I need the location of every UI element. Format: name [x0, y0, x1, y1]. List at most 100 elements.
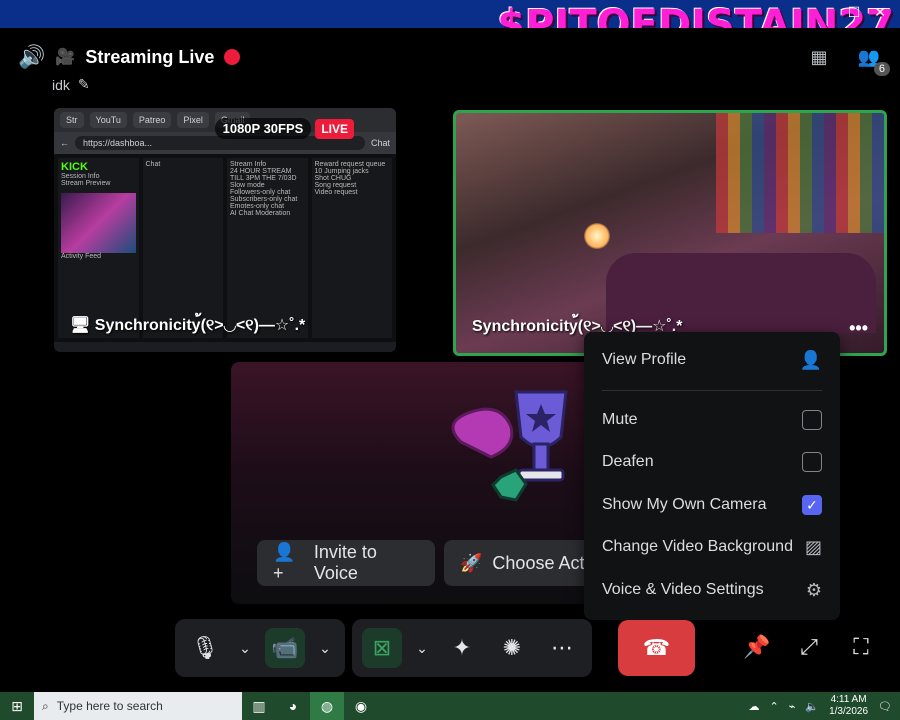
soundboard-icon[interactable]: ✺: [492, 628, 532, 668]
edit-pencil-icon[interactable]: ✎: [78, 76, 90, 93]
kick-setting: Emotes-only chat: [230, 203, 285, 210]
microphone-icon[interactable]: 🎙: [185, 628, 225, 668]
kick-setting: Subscribers-only chat: [230, 196, 298, 203]
browser-chat-label: Chat: [370, 138, 390, 148]
deafen-checkbox[interactable]: [802, 452, 822, 472]
members-icon[interactable]: 👥 6: [858, 46, 890, 76]
chevron-down-icon[interactable]: ⌄: [235, 628, 255, 668]
more-options-icon[interactable]: •••: [849, 318, 868, 339]
background-icon: ▨: [804, 536, 822, 557]
kick-stream-info-panel: Stream Info 24 HOUR STREAM TILL 3PM THE …: [227, 158, 308, 338]
menu-item-label: Voice & Video Settings: [602, 581, 764, 598]
menu-item-label: Change Video Background: [602, 538, 793, 555]
channel-status: idk: [52, 76, 70, 93]
speaker-icon[interactable]: 🔊: [18, 44, 45, 70]
menu-item-label: Show My Own Camera: [602, 496, 767, 513]
kick-reward: Video request: [314, 189, 358, 196]
trophy-illustration: [451, 390, 568, 502]
task-view-icon[interactable]: ▥: [242, 692, 276, 720]
kick-panel-title: Stream Info: [230, 161, 267, 168]
kick-session-panel: KICK Session Info Stream Preview Activit…: [58, 158, 139, 338]
show-camera-checkbox[interactable]: ✓: [802, 495, 822, 515]
menu-item-label: Mute: [602, 411, 638, 428]
stream-quality: 1080P 30FPS LIVE: [214, 118, 354, 139]
popout-icon[interactable]: ⤢: [796, 634, 822, 660]
pin-icon[interactable]: 📌: [743, 634, 770, 660]
participant-name: Synchronicity้(୧>◡<୧)—☆˚.*: [94, 317, 306, 334]
kick-reward: Song request: [314, 182, 357, 189]
mic-camera-group: 🎙 ⌄ 📹 ⌄: [175, 619, 345, 677]
participant-context-menu: View Profile 👤 Mute Deafen Show My Own C…: [584, 332, 840, 620]
camera-tile[interactable]: Synchronicity้(୧>◡<୧)—☆˚.* •••: [453, 110, 887, 356]
taskbar-clock[interactable]: 4:11 AM 1/3/2026: [829, 694, 868, 718]
fullscreen-icon[interactable]: ⛶: [848, 634, 874, 660]
clock-date: 1/3/2026: [829, 706, 869, 717]
window-controls: ☐ ✕: [848, 4, 886, 21]
screen-share-icon[interactable]: ⊠: [362, 628, 402, 668]
gear-icon: ⚙: [805, 579, 822, 600]
add-user-icon: 👤+: [273, 542, 296, 583]
menu-item-show-own-camera[interactable]: Show My Own Camera ✓: [602, 487, 822, 523]
back-arrow-icon: ←: [60, 138, 69, 148]
kick-reward: 10 Jumping jacks: [314, 168, 369, 175]
kick-panel-title: Session Info: [61, 173, 100, 180]
menu-item-view-profile[interactable]: View Profile 👤: [602, 342, 822, 378]
share-controls: ⊠ ⌄ ✦ ✺ ⋯: [352, 618, 592, 678]
camera-icon: 🎥: [55, 49, 76, 66]
wall-decor: [716, 113, 884, 233]
call-title: Streaming Live: [85, 46, 215, 67]
live-badge: LIVE: [315, 118, 354, 139]
browser-tab: Pixel: [177, 112, 209, 128]
kick-rewards-panel: Reward request queue 10 Jumping jacks Sh…: [311, 158, 392, 338]
menu-item-mute[interactable]: Mute: [602, 402, 822, 438]
kick-setting: AI Chat Moderation: [230, 210, 291, 217]
browser-tab: Patreo: [132, 112, 172, 128]
discord-app-icon[interactable]: ◕: [276, 692, 310, 720]
kick-stream-title: 24 HOUR STREAM TILL 3PM THE 7/03D: [230, 168, 297, 182]
tray-chevron-icon[interactable]: ⌃: [770, 700, 779, 713]
network-icon[interactable]: ⌁: [789, 700, 796, 713]
edge-app-icon[interactable]: ◍: [310, 692, 344, 720]
menu-item-deafen[interactable]: Deafen: [602, 444, 822, 480]
volume-icon[interactable]: 🔈: [805, 700, 819, 713]
invite-to-voice-button[interactable]: 👤+ Invite to Voice: [257, 540, 435, 586]
disconnect-button[interactable]: ☎: [618, 620, 695, 676]
search-placeholder: Type here to search: [56, 699, 163, 713]
kick-preview-label: Stream Preview: [61, 180, 111, 187]
invite-to-voice-label: Invite to Voice: [313, 542, 377, 583]
rocket-icon: 🚀: [460, 552, 483, 573]
camera-toggle-icon[interactable]: 📹: [265, 628, 305, 668]
header-actions: ▦ 👥 6: [808, 46, 890, 76]
activities-icon[interactable]: ✦: [442, 628, 482, 668]
stream-tile-screen[interactable]: Str YouTu Patreo Pixel Gmail ← https://d…: [54, 108, 396, 352]
browser-tab: YouTu: [89, 112, 127, 128]
menu-item-voice-video-settings[interactable]: Voice & Video Settings ⚙: [602, 572, 822, 608]
menu-item-label: Deafen: [602, 453, 654, 470]
stream-tile-name: 🖥 Synchronicity้(୧>◡<୧)—☆˚.*: [70, 313, 305, 338]
taskbar-search-input[interactable]: ⌕ Type here to search: [34, 692, 242, 720]
menu-item-change-background[interactable]: Change Video Background ▨: [602, 529, 822, 565]
kick-setting: Followers-only chat: [230, 189, 291, 196]
call-header: 🔊 🎥 Streaming Live: [18, 44, 241, 70]
kick-logo: KICK: [61, 161, 88, 173]
windows-start-icon[interactable]: ⊞: [0, 692, 34, 720]
chevron-down-icon[interactable]: ⌄: [315, 628, 335, 668]
chevron-down-icon[interactable]: ⌄: [412, 628, 432, 668]
kick-activity-label: Activity Feed: [61, 253, 102, 260]
weather-icon[interactable]: ☁: [749, 700, 760, 713]
activity-icon[interactable]: ▦: [808, 46, 830, 68]
obs-app-icon[interactable]: ◉: [344, 692, 378, 720]
mute-checkbox[interactable]: [802, 410, 822, 430]
search-icon: ⌕: [42, 698, 49, 713]
screen-share-icon: 🖥: [70, 317, 91, 334]
more-icon[interactable]: ⋯: [542, 628, 582, 668]
hangup-icon: ☎: [642, 635, 671, 660]
lamp: [584, 223, 610, 249]
maximize-icon[interactable]: ☐: [848, 4, 861, 21]
close-icon[interactable]: ✕: [874, 4, 886, 21]
notification-icon[interactable]: 🗨: [878, 700, 892, 713]
windows-taskbar: ⊞ ⌕ Type here to search ▥ ◕ ◍ ◉ ☁ ⌃ ⌁ 🔈 …: [0, 692, 900, 720]
person-icon: 👤: [799, 349, 822, 370]
menu-item-label: View Profile: [602, 351, 687, 368]
kick-chat-panel: Chat: [142, 158, 223, 338]
